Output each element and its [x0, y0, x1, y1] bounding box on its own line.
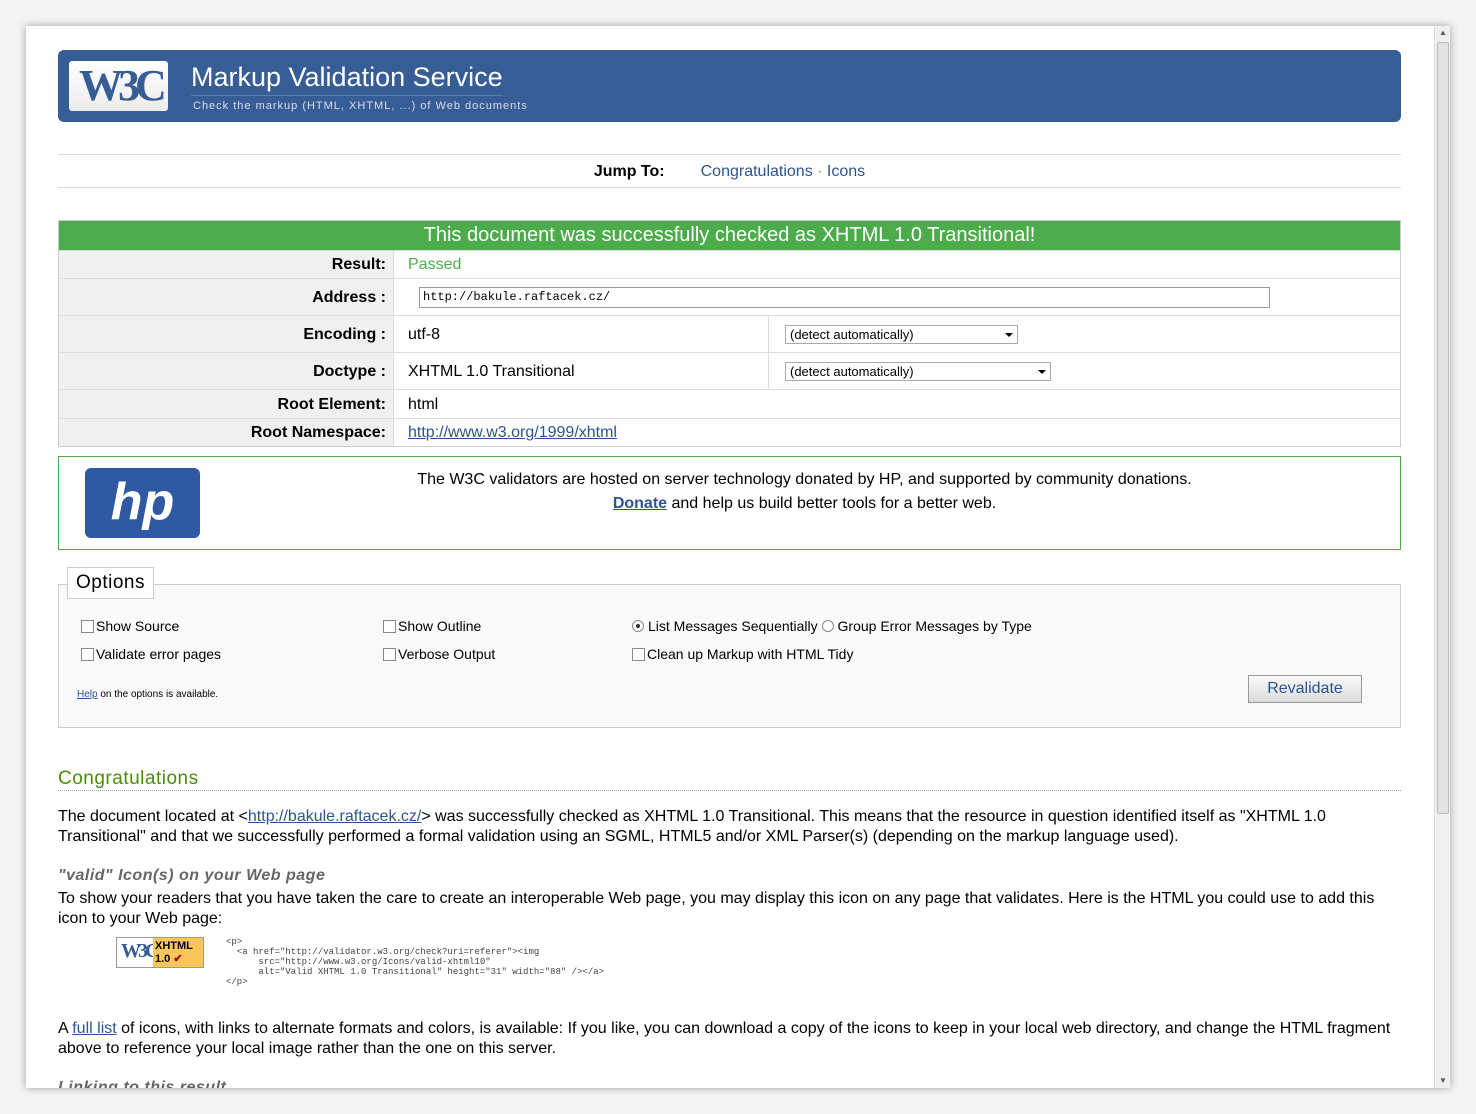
address-row: Address : http://bakule.raftacek.cz/ — [59, 278, 1400, 315]
text: of icons, with links to alternate format… — [58, 1020, 1391, 1057]
encoding-select[interactable]: (detect automatically) — [785, 324, 1018, 344]
help-link[interactable]: Help — [77, 689, 98, 700]
row-label: Root Element: — [59, 390, 394, 418]
sponsor-box: hp The W3C validators are hosted on serv… — [58, 456, 1401, 550]
validate-error-pages-option[interactable]: Validate error pages — [81, 646, 221, 662]
address-input[interactable]: http://bakule.raftacek.cz/ — [419, 286, 1270, 308]
full-list-link[interactable]: full list — [72, 1020, 116, 1037]
donate-link[interactable]: Donate — [613, 495, 667, 512]
hp-logo[interactable]: hp — [85, 468, 200, 538]
doctype-select[interactable]: (detect automatically) — [785, 361, 1051, 381]
result-heading: This document was successfully checked a… — [59, 221, 1400, 250]
row-label: Doctype : — [59, 353, 394, 389]
result-table: This document was successfully checked a… — [58, 220, 1401, 447]
help-text: on the options is available. — [97, 689, 219, 700]
separator: · — [812, 163, 827, 180]
icons-heading: "valid" Icon(s) on your Web page — [58, 867, 326, 884]
result-row: Result: Passed — [59, 250, 1400, 278]
encoding-value: utf-8 — [394, 316, 769, 352]
option-label: Show Source — [96, 618, 180, 634]
group-errors-radio[interactable] — [821, 620, 834, 632]
checkmark-icon: ✔ — [173, 953, 183, 965]
sponsor-text-2: and help us build better tools for a bet… — [667, 495, 997, 512]
help-note: Help on the options is available. — [77, 689, 218, 700]
scroll-up-icon[interactable]: ▲ — [1435, 26, 1450, 40]
verbose-checkbox[interactable] — [383, 647, 396, 661]
options-legend: Options — [67, 567, 154, 599]
encoding-row: Encoding : utf-8 (detect automatically) — [59, 315, 1400, 352]
root-namespace-row: Root Namespace: http://www.w3.org/1999/xh… — [59, 418, 1400, 446]
scroll-down-icon[interactable]: ▼ — [1435, 1074, 1450, 1088]
congrats-paragraph: The document located at <http://bakule.r… — [58, 807, 1401, 847]
browser-window: W3C Markup Validation Service Check the … — [26, 26, 1450, 1088]
namespace-link[interactable]: http://www.w3.org/1999/xhtml — [408, 419, 617, 447]
show-source-option[interactable]: Show Source — [81, 618, 179, 634]
full-list-paragraph: A full list of icons, with links to alte… — [58, 1019, 1401, 1059]
w3c-logo[interactable]: W3C — [69, 61, 168, 111]
badge-w3c: W3C — [121, 940, 159, 962]
icon-sample: W3C XHTML 1.0 ✔ <p> <a href="http://valida… — [58, 937, 1401, 987]
show-outline-option[interactable]: Show Outline — [383, 618, 481, 634]
header-banner: W3C Markup Validation Service Check the … — [58, 50, 1401, 122]
row-label: Result: — [59, 251, 394, 278]
option-label: Group Error Messages by Type — [837, 618, 1032, 634]
list-sequential-option[interactable]: List Messages Sequentially Group Error M… — [632, 618, 1032, 634]
row-label: Address : — [59, 279, 394, 315]
jump-to-nav: Jump To: Congratulations · Icons — [58, 154, 1401, 188]
text: A — [58, 1020, 73, 1037]
option-label: Clean up Markup with HTML Tidy — [647, 646, 854, 662]
icons-paragraph: To show your readers that you have taken… — [58, 890, 1375, 927]
linking-heading: Linking to this result — [58, 1079, 227, 1088]
validate-error-checkbox[interactable] — [81, 647, 94, 661]
jump-icons-link[interactable]: Icons — [827, 163, 865, 180]
page-content: W3C Markup Validation Service Check the … — [58, 50, 1401, 1088]
page-title: Markup Validation Service — [191, 62, 503, 96]
badge-xhtml: XHTML — [155, 940, 193, 952]
option-label: Validate error pages — [96, 646, 222, 662]
page-subtitle: Check the markup (HTML, XHTML, ...) of W… — [193, 100, 528, 112]
doctype-row: Doctype : XHTML 1.0 Transitional (detect a… — [59, 352, 1400, 389]
option-label: Verbose Output — [398, 646, 496, 662]
badge-version: 1.0 — [155, 953, 171, 965]
document-url-link[interactable]: http://bakule.raftacek.cz/ — [248, 808, 421, 825]
tidy-option[interactable]: Clean up Markup with HTML Tidy — [632, 646, 853, 662]
doctype-value: XHTML 1.0 Transitional — [394, 353, 769, 389]
row-label: Root Namespace: — [59, 419, 394, 446]
root-element-row: Root Element: html — [59, 389, 1400, 418]
options-fieldset: Options Show Source Validate error pages… — [58, 567, 1401, 728]
scrollbar-thumb[interactable] — [1437, 42, 1449, 814]
list-sequential-radio[interactable] — [632, 620, 644, 632]
jump-label: Jump To: — [593, 163, 665, 180]
jump-congratulations-link[interactable]: Congratulations — [701, 163, 813, 180]
vertical-scrollbar[interactable]: ▲ ▼ — [1434, 26, 1450, 1088]
tidy-checkbox[interactable] — [632, 647, 645, 661]
sponsor-text: The W3C validators are hosted on server … — [417, 471, 1192, 488]
row-label: Encoding : — [59, 316, 394, 352]
show-outline-checkbox[interactable] — [383, 619, 396, 633]
option-label: Show Outline — [398, 618, 482, 634]
icon-code-snippet: <p> <a href="http://validator.w3.org/che… — [226, 937, 605, 987]
result-value: Passed — [408, 255, 462, 273]
text: The document located at < — [58, 808, 248, 825]
revalidate-button[interactable]: Revalidate — [1248, 675, 1362, 703]
root-element-value: html — [408, 395, 439, 413]
show-source-checkbox[interactable] — [81, 619, 94, 633]
congratulations-heading: Congratulations — [58, 768, 1401, 791]
verbose-option[interactable]: Verbose Output — [383, 646, 495, 662]
option-label: List Messages Sequentially — [648, 618, 818, 634]
valid-xhtml-badge[interactable]: W3C XHTML 1.0 ✔ — [116, 937, 204, 968]
